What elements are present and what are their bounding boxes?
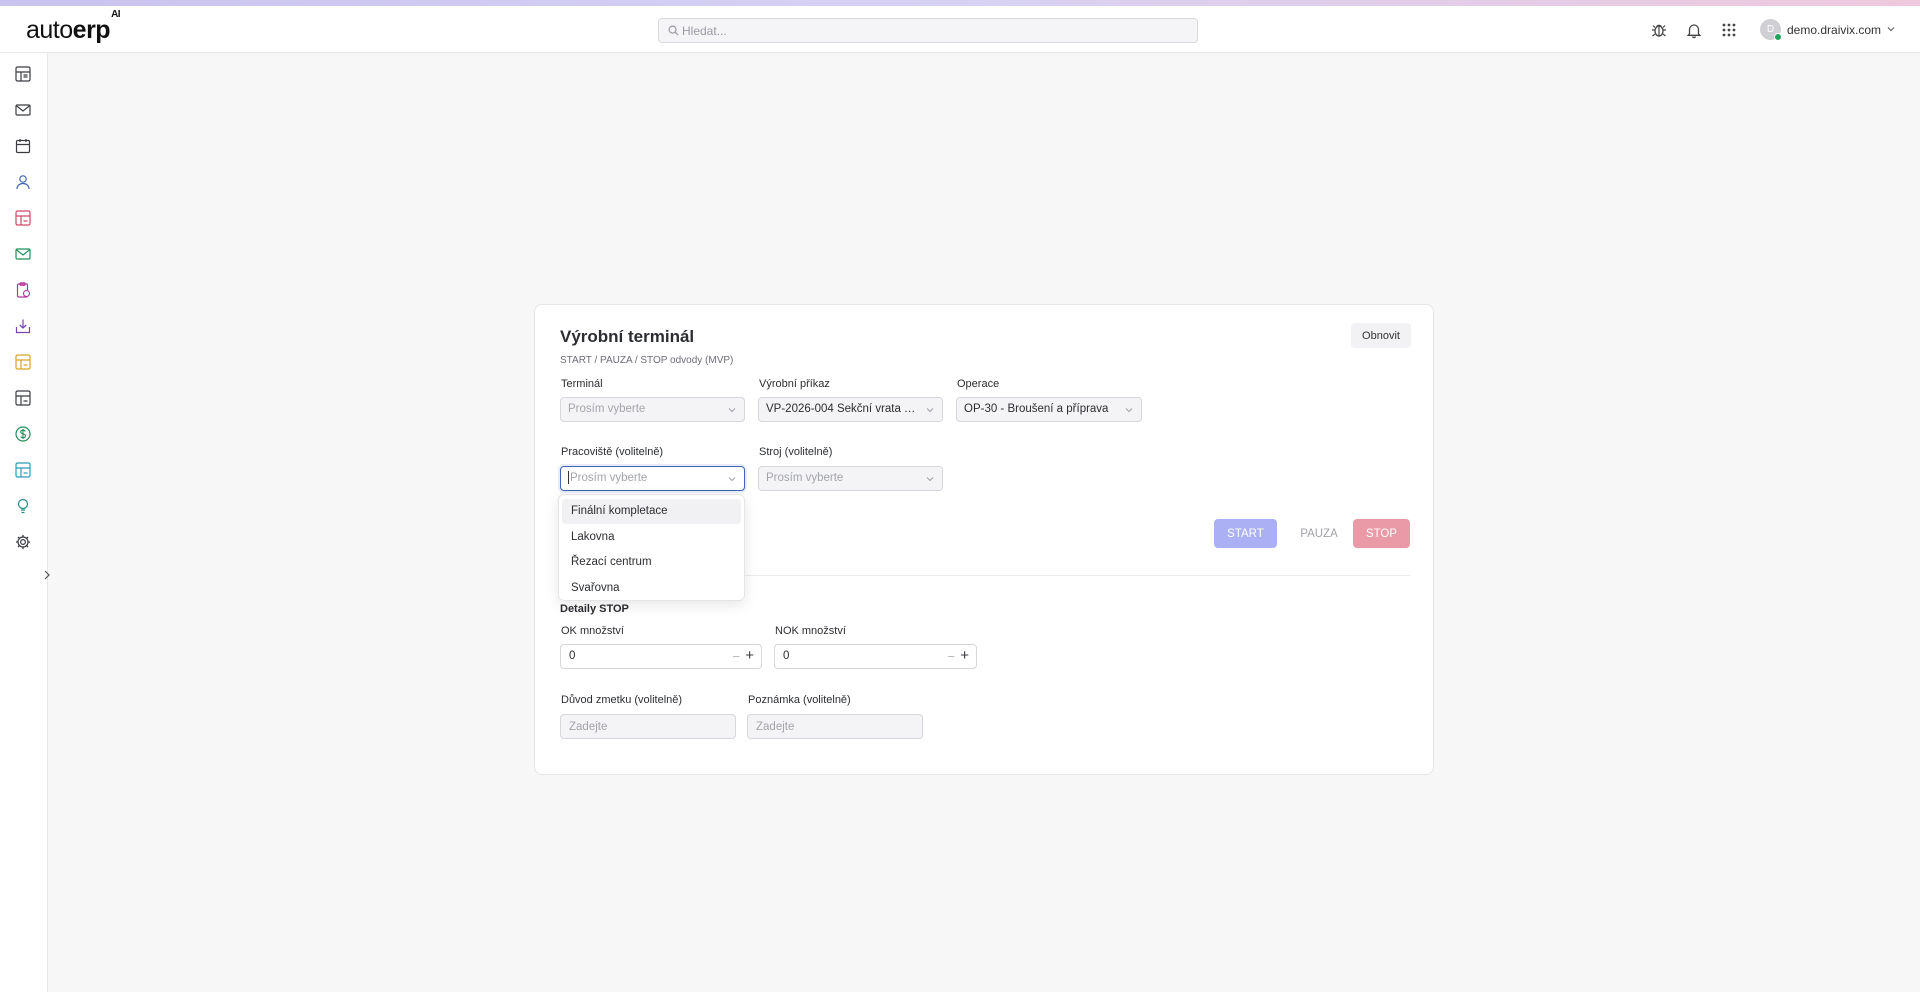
nok-quantity-label: NOK množství: [775, 625, 846, 637]
scrap-reason-label: Důvod zmetku (volitelně): [561, 694, 683, 706]
nok-quantity-stepper[interactable]: 0 − +: [774, 644, 977, 669]
user-menu[interactable]: D demo.draivix.com: [1760, 17, 1900, 43]
table-icon[interactable]: [14, 389, 32, 407]
text-caret: [568, 471, 569, 485]
chart-icon[interactable]: [14, 353, 32, 371]
chevron-down-icon: [1125, 408, 1133, 413]
ok-quantity-label: OK množství: [561, 625, 624, 637]
stop-details-title: Detaily STOP: [560, 603, 629, 615]
note-input[interactable]: [747, 714, 923, 739]
page-subtitle: START / PAUZA / STOP odvody (MVP): [560, 355, 734, 366]
workplace-select[interactable]: Prosím vyberte: [560, 466, 745, 491]
machine-label: Stroj (volitelně): [759, 446, 833, 458]
increment-button[interactable]: +: [745, 647, 754, 664]
clipboard-icon[interactable]: [14, 281, 32, 299]
refresh-button[interactable]: Obnovit: [1351, 323, 1411, 348]
note-label: Poznámka (volitelně): [748, 694, 851, 706]
online-status-dot: [1774, 33, 1782, 41]
avatar: D: [1760, 19, 1782, 41]
operation-select[interactable]: OP-30 - Broušení a příprava: [956, 397, 1142, 422]
search-input[interactable]: [682, 19, 1182, 42]
dollar-icon[interactable]: [14, 425, 32, 443]
bell-icon[interactable]: [1685, 21, 1703, 39]
terminal-select[interactable]: Prosím vyberte: [560, 397, 745, 422]
apps-grid-icon[interactable]: [1720, 21, 1738, 39]
gear-icon[interactable]: [14, 533, 32, 551]
dropdown-option[interactable]: Finální kompletace: [562, 499, 741, 524]
chevron-down-icon: [1887, 27, 1895, 32]
operation-label: Operace: [957, 378, 1000, 390]
lightbulb-icon[interactable]: [14, 497, 32, 515]
decrement-button[interactable]: −: [732, 649, 740, 664]
ok-quantity-stepper[interactable]: 0 − +: [560, 644, 762, 669]
dropdown-option[interactable]: Řezací centrum: [562, 550, 741, 575]
person-icon[interactable]: [14, 173, 32, 191]
user-name: demo.draivix.com: [1787, 23, 1882, 37]
start-button[interactable]: START: [1214, 519, 1277, 548]
chevron-down-icon: [926, 477, 934, 482]
dropdown-option[interactable]: Lakovna: [562, 525, 741, 550]
report-icon[interactable]: [14, 209, 32, 227]
production-order-label: Výrobní příkaz: [759, 378, 830, 390]
ok-quantity-value: 0: [569, 650, 576, 662]
search-icon: [668, 25, 679, 36]
dashboard-icon[interactable]: [14, 65, 32, 83]
chevron-down-icon: [728, 408, 736, 413]
app-logo[interactable]: autoerpAI: [26, 9, 121, 45]
sidebar-expand-chevron-icon[interactable]: [39, 566, 55, 584]
terminal-label: Terminál: [561, 378, 603, 390]
machine-select[interactable]: Prosím vyberte: [758, 466, 943, 491]
page-title: Výrobní terminál: [560, 327, 695, 346]
analytics-icon[interactable]: [14, 461, 32, 479]
workplace-label: Pracoviště (volitelně): [561, 446, 664, 458]
production-order-select[interactable]: VP-2026-004 Sekční vrata T...: [758, 397, 943, 422]
top-header: autoerpAI D demo.draivix.com: [0, 6, 1920, 53]
increment-button[interactable]: +: [960, 647, 969, 664]
pause-button[interactable]: PAUZA: [1287, 519, 1351, 548]
global-search: [658, 18, 1198, 43]
chevron-down-icon: [926, 408, 934, 413]
chevron-down-icon: [728, 477, 736, 482]
decrement-button[interactable]: −: [947, 649, 955, 664]
mail-icon[interactable]: [14, 101, 32, 119]
dropdown-option[interactable]: Svařovna: [562, 576, 741, 601]
stop-button[interactable]: STOP: [1353, 519, 1410, 548]
mail-icon[interactable]: [14, 245, 32, 263]
bug-icon[interactable]: [1650, 21, 1668, 39]
inbox-download-icon[interactable]: [14, 317, 32, 335]
calendar-icon[interactable]: [14, 137, 32, 155]
sidebar: [0, 53, 50, 992]
nok-quantity-value: 0: [783, 650, 790, 662]
scrap-reason-input[interactable]: [560, 714, 736, 739]
workplace-dropdown-menu: Finální kompletace Lakovna Řezací centru…: [558, 494, 745, 601]
